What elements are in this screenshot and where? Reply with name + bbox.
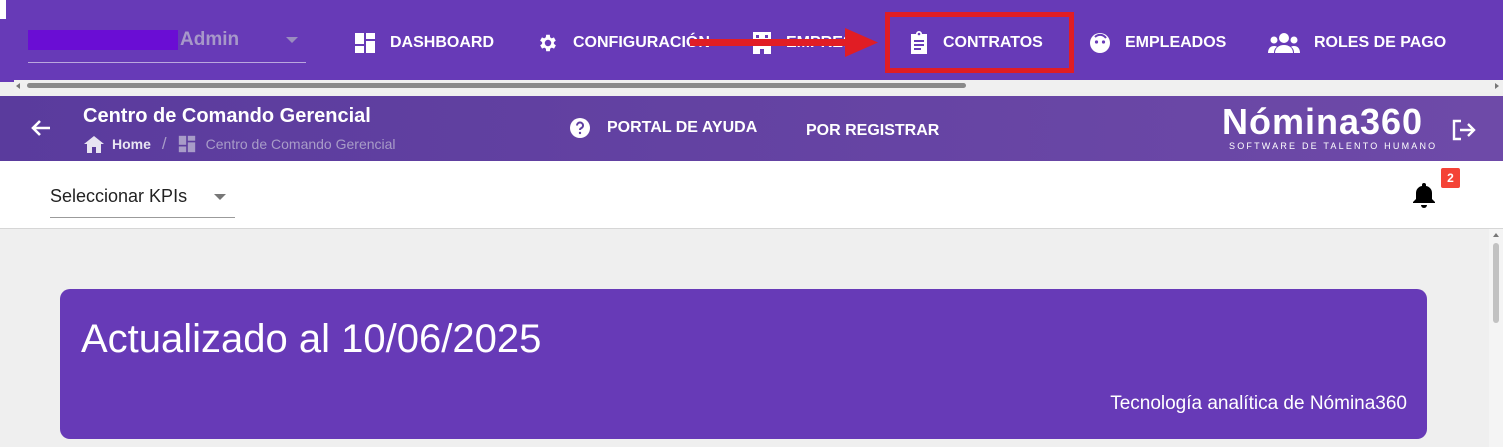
dashboard-icon [178,135,195,153]
gear-icon [540,34,556,52]
people-icon [1268,33,1300,53]
kpi-select[interactable]: Seleccionar KPIs [50,179,235,218]
bell-icon[interactable] [1411,181,1437,209]
page-title: Centro de Comando Gerencial [83,105,371,127]
face-icon [1090,33,1110,53]
breadcrumb-home[interactable]: Home [112,136,151,152]
annotation-arrow-icon [690,28,878,57]
por-registrar-link[interactable]: POR REGISTRAR [806,122,939,140]
scroll-up-icon[interactable] [1493,233,1499,237]
scroll-left-icon[interactable] [16,83,20,89]
user-role-label: Admin [180,29,240,50]
chevron-down-icon [214,194,226,200]
redacted-username [28,30,178,50]
brand-tagline: SOFTWARE DE TALENTO HUMANO [1229,141,1438,151]
update-banner-card: Actualizado al 10/06/2025 Tecnología ana… [60,289,1427,439]
kpi-toolbar: Seleccionar KPIs 2 [0,161,1503,229]
nav-dashboard[interactable]: DASHBOARD [354,26,494,60]
nav-contratos[interactable]: CONTRATOS [909,26,1043,60]
breadcrumb: Home / Centro de Comando Gerencial [84,134,396,154]
nav-overflow-item[interactable] [0,0,6,19]
nav-configuracion[interactable]: CONFIGURACIÓN [537,26,710,60]
page-header: Centro de Comando Gerencial Home / Centr… [0,96,1503,161]
vertical-scrollbar[interactable] [1489,229,1503,447]
logout-icon[interactable] [1452,119,1476,141]
horizontal-scrollbar[interactable] [14,80,1503,92]
card-title: Actualizado al 10/06/2025 [81,317,542,361]
help-portal-label: PORTAL DE AYUDA [607,119,758,136]
scrollbar-thumb[interactable] [1493,243,1499,323]
dashboard-icon [355,33,375,53]
brand-name: Nómina360 [1222,101,1424,142]
home-icon [84,135,104,153]
scrollbar-thumb[interactable] [27,83,966,88]
card-subtitle: Tecnología analítica de Nómina360 [1110,393,1407,414]
notification-badge: 2 [1441,168,1460,188]
kpi-select-label: Seleccionar KPIs [50,186,188,206]
nav-empleados[interactable]: EMPLEADOS [1089,26,1226,60]
breadcrumb-separator: / [161,134,167,153]
scroll-right-icon[interactable] [1495,83,1499,89]
nav-contratos-label: CONTRATOS [943,34,1043,51]
brand-logo: Nómina360 SOFTWARE DE TALENTO HUMANO [1222,101,1438,152]
chevron-down-icon [286,37,298,43]
nav-roles-label: ROLES DE PAGO [1314,34,1447,51]
nav-dashboard-label: DASHBOARD [390,34,494,51]
top-navigation: Admin DASHBOARD CONFIGURACIÓN EMPRESA CO… [0,0,1503,82]
nav-empleados-label: EMPLEADOS [1125,34,1227,51]
back-arrow-icon[interactable] [30,118,52,138]
user-selector[interactable]: Admin [28,22,306,63]
breadcrumb-current: Centro de Comando Gerencial [205,136,396,152]
nav-roles-de-pago[interactable]: ROLES DE PAGO [1268,26,1446,60]
help-portal-link[interactable]: PORTAL DE AYUDA [570,118,757,138]
help-circle-icon [570,118,590,138]
clipboard-icon [911,31,927,54]
